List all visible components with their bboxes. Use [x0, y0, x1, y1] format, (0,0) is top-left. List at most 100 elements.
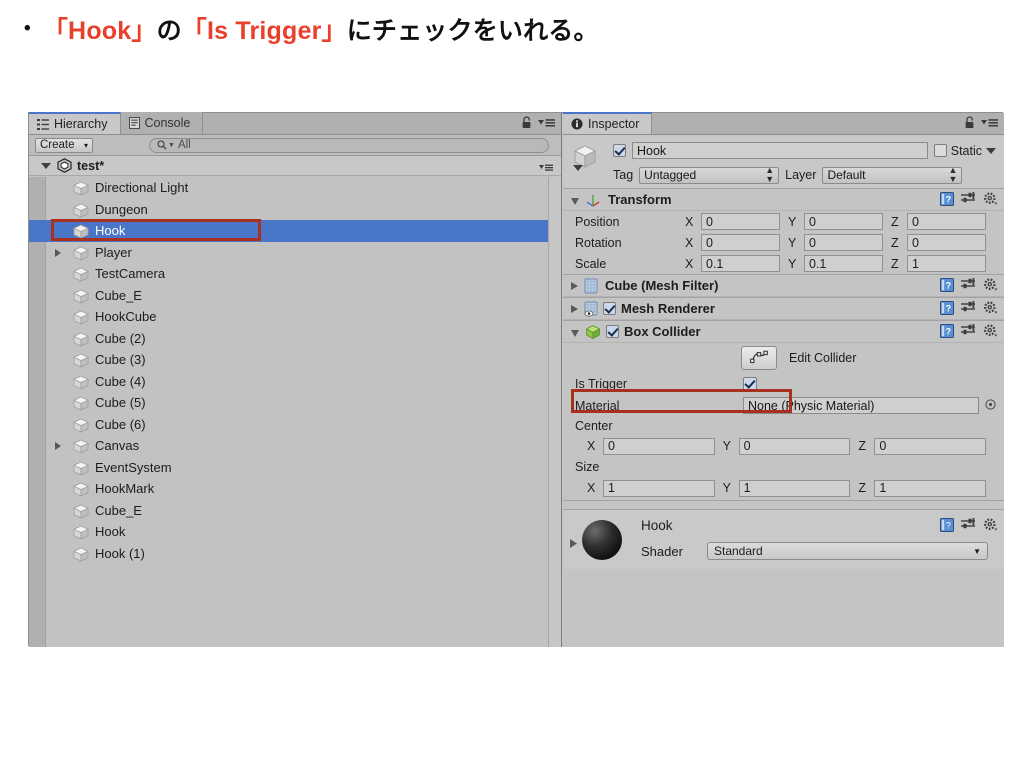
transform-scale-x-field[interactable]: 0.1	[701, 255, 780, 272]
size-label-row: Size	[563, 457, 1004, 476]
value: 1	[912, 256, 919, 271]
center-z-field[interactable]: 0	[874, 437, 987, 455]
hierarchy-item-cube-e[interactable]: Cube_E	[29, 500, 561, 522]
tag-dropdown[interactable]: Untagged ▲ ▼	[639, 166, 780, 184]
preset-icon[interactable]	[961, 301, 976, 318]
gear-icon[interactable]	[983, 518, 998, 535]
transform-position-x-field[interactable]: 0	[701, 213, 780, 230]
gameobject-enabled-checkbox[interactable]	[613, 144, 626, 157]
hierarchy-item-cube-6[interactable]: Cube (6)	[29, 414, 561, 436]
tab-console[interactable]: Console	[120, 112, 204, 134]
panel-menu-icon[interactable]	[538, 117, 555, 131]
transform-title: Transform	[608, 192, 672, 207]
help-icon[interactable]: ?	[940, 301, 954, 318]
hierarchy-item-cube-2[interactable]: Cube (2)	[29, 328, 561, 350]
size-x-field[interactable]: 1	[603, 479, 715, 497]
transform-position-y-field[interactable]: 0	[804, 213, 883, 230]
hierarchy-item-canvas[interactable]: Canvas	[29, 435, 561, 457]
hierarchy-scrollbar[interactable]	[548, 177, 561, 647]
create-button[interactable]: Create ▾	[35, 137, 93, 153]
mesh-renderer-enabled-checkbox[interactable]	[603, 302, 616, 315]
gameobject-cube-icon	[73, 181, 89, 199]
hierarchy-item-label: Hook (1)	[95, 545, 145, 561]
tab-inspector[interactable]: Inspector	[563, 112, 653, 134]
lock-icon[interactable]	[521, 116, 532, 132]
hierarchy-item-label: HookCube	[95, 309, 157, 325]
transform-scale-z-field[interactable]: 1	[907, 255, 986, 272]
component-mesh-renderer: Mesh Renderer ?	[563, 298, 1004, 321]
hierarchy-item-hook[interactable]: Hook	[29, 521, 561, 543]
mesh-filter-header[interactable]: Cube (Mesh Filter) ?	[563, 275, 1004, 297]
help-icon[interactable]: ?	[940, 278, 954, 295]
gameobject-name-field[interactable]: Hook	[632, 142, 928, 159]
box-collider-enabled-checkbox[interactable]	[606, 325, 619, 338]
gear-icon[interactable]	[983, 301, 998, 318]
help-icon[interactable]: ?	[940, 192, 954, 209]
gear-icon[interactable]	[983, 278, 998, 295]
hierarchy-item-hook[interactable]: Hook	[29, 220, 561, 242]
hierarchy-item-hookcube[interactable]: HookCube	[29, 306, 561, 328]
physic-material-field[interactable]: None (Physic Material)	[743, 397, 979, 414]
object-picker-icon[interactable]	[985, 398, 996, 413]
hierarchy-item-foldout-icon[interactable]	[55, 248, 61, 257]
preset-icon[interactable]	[961, 324, 976, 341]
transform-rotation-y-field[interactable]: 0	[804, 234, 883, 251]
hierarchy-item-cube-e[interactable]: Cube_E	[29, 285, 561, 307]
shader-dropdown[interactable]: Standard ▼	[707, 542, 988, 560]
center-vector3: X 0 Y 0 Z 0	[587, 437, 1004, 455]
hierarchy-item-cube-3[interactable]: Cube (3)	[29, 349, 561, 371]
edit-collider-button[interactable]	[741, 346, 777, 370]
center-x-field[interactable]: 0	[603, 437, 715, 455]
scene-foldout-icon[interactable]	[41, 159, 51, 173]
tab-hierarchy[interactable]: Hierarchy	[29, 112, 121, 134]
hierarchy-item-foldout-icon[interactable]	[55, 442, 61, 450]
gear-icon[interactable]	[983, 192, 998, 209]
box-collider-header[interactable]: Box Collider ?	[563, 321, 1004, 343]
hierarchy-item-testcamera[interactable]: TestCamera	[29, 263, 561, 285]
size-y-field[interactable]: 1	[738, 479, 851, 497]
hierarchy-item-directional-light[interactable]: Directional Light	[29, 177, 561, 199]
help-icon[interactable]: ?	[940, 518, 954, 535]
hierarchy-item-player[interactable]: Player	[29, 242, 561, 264]
center-y-field[interactable]: 0	[738, 437, 851, 455]
mesh-renderer-header[interactable]: Mesh Renderer ?	[563, 298, 1004, 320]
hierarchy-item-label: Cube (4)	[95, 373, 146, 389]
preset-icon[interactable]	[961, 278, 976, 295]
transform-foldout-icon[interactable]	[571, 197, 579, 205]
box-collider-foldout-icon[interactable]	[571, 329, 579, 337]
layer-dropdown[interactable]: Default ▲ ▼	[822, 166, 963, 184]
scene-context-menu-icon[interactable]	[539, 161, 553, 175]
hierarchy-tree[interactable]: Directional Light Dungeon Hook Player TestCa…	[29, 177, 561, 647]
is-trigger-checkbox[interactable]	[743, 377, 757, 391]
static-checkbox[interactable]	[933, 144, 947, 157]
gear-icon[interactable]	[983, 324, 998, 341]
hierarchy-item-label: HookMark	[95, 481, 155, 497]
transform-header[interactable]: Transform ?	[563, 189, 1004, 211]
panel-menu-icon[interactable]	[981, 117, 998, 131]
lock-icon[interactable]	[964, 116, 975, 132]
value: 0	[809, 235, 816, 250]
x-axis-label: X	[685, 256, 694, 271]
mesh-renderer-foldout-icon[interactable]	[571, 304, 578, 313]
help-icon[interactable]: ?	[940, 324, 954, 341]
transform-position-z-field[interactable]: 0	[907, 213, 986, 230]
transform-rotation-x-field[interactable]: 0	[701, 234, 780, 251]
transform-rotation-z-field[interactable]: 0	[907, 234, 986, 251]
hierarchy-item-dungeon[interactable]: Dungeon	[29, 199, 561, 221]
scene-root-row[interactable]: test*	[29, 156, 561, 176]
transform-scale-y-field[interactable]: 0.1	[804, 255, 883, 272]
hierarchy-item-hookmark[interactable]: HookMark	[29, 478, 561, 500]
hierarchy-item-eventsystem[interactable]: EventSystem	[29, 457, 561, 479]
static-dropdown-arrow-icon[interactable]	[986, 147, 996, 154]
hierarchy-item-hook-1[interactable]: Hook (1)	[29, 543, 561, 565]
hierarchy-item-cube-5[interactable]: Cube (5)	[29, 392, 561, 414]
material-foldout-icon[interactable]	[569, 538, 578, 552]
gameobject-cube-icon	[73, 332, 89, 350]
mesh-filter-foldout-icon[interactable]	[571, 281, 578, 290]
search-filter-arrow-icon[interactable]: ▼	[168, 142, 175, 149]
preset-icon[interactable]	[961, 518, 976, 535]
preset-icon[interactable]	[961, 192, 976, 209]
hierarchy-item-cube-4[interactable]: Cube (4)	[29, 371, 561, 393]
search-input[interactable]: ▼ All	[149, 137, 549, 153]
size-z-field[interactable]: 1	[874, 479, 987, 497]
